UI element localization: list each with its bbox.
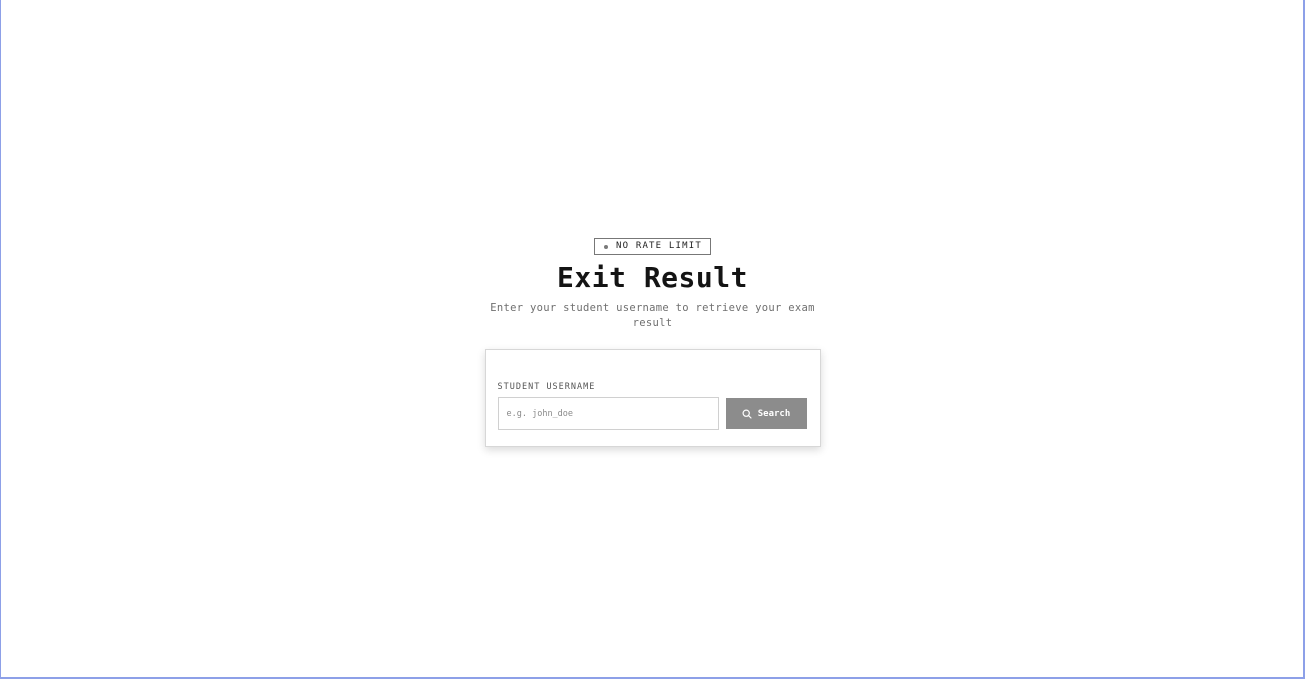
search-button-label: Search xyxy=(757,408,791,419)
search-card: STUDENT USERNAME Search xyxy=(484,349,821,447)
page-subtitle: Enter your student username to retrieve … xyxy=(490,302,815,329)
username-field-label: STUDENT USERNAME xyxy=(497,382,596,392)
rate-limit-badge: NO RATE LIMIT xyxy=(593,238,712,255)
search-row: Search xyxy=(497,397,807,430)
search-icon xyxy=(742,408,752,419)
status-dot xyxy=(603,244,608,249)
search-button[interactable]: Search xyxy=(725,398,807,429)
result-lookup-panel: NO RATE LIMIT Exit Result Enter your stu… xyxy=(0,238,1305,447)
page-title: Exit Result xyxy=(557,261,748,294)
rate-limit-badge-label: NO RATE LIMIT xyxy=(615,241,703,251)
username-input[interactable] xyxy=(497,397,719,430)
